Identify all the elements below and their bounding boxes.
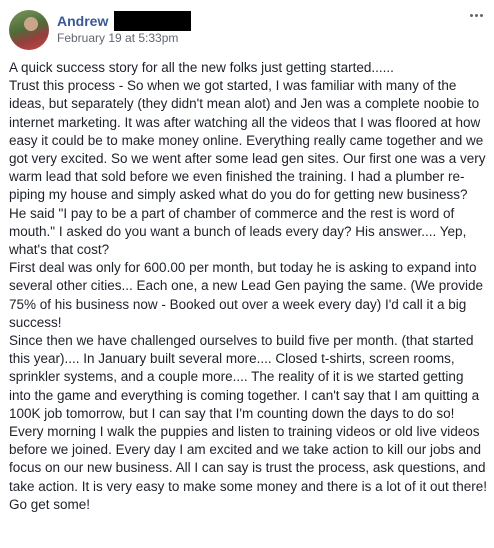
redaction-bar [114, 11, 192, 31]
post-paragraph: Since then we have challenged ourselves … [9, 333, 487, 512]
author-name[interactable]: Andrew [57, 13, 108, 29]
avatar[interactable] [9, 10, 49, 50]
more-options-icon[interactable] [468, 9, 484, 21]
post-paragraph: First deal was only for 600.00 per month… [9, 260, 484, 330]
post-paragraph: A quick success story for all the new fo… [9, 60, 394, 75]
post-timestamp[interactable]: February 19 at 5:33pm [57, 31, 178, 45]
post-paragraph: Trust this process - So when we got star… [9, 78, 486, 258]
post-header: Andrew [57, 11, 192, 31]
post-card: Andrew February 19 at 5:33pm A quick suc… [0, 0, 494, 548]
post-text: A quick success story for all the new fo… [9, 59, 487, 514]
